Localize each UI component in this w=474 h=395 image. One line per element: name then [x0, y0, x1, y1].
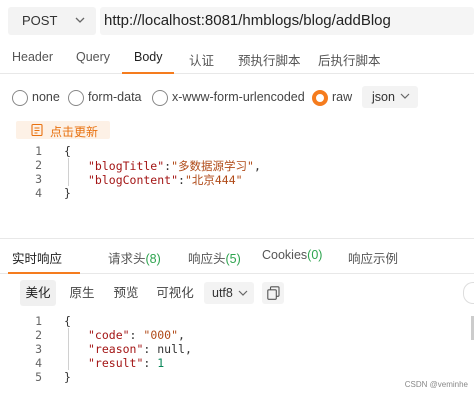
radio-urlencoded[interactable]: x-www-form-urlencoded: [152, 88, 305, 108]
line-number: 2: [35, 158, 42, 172]
tab-realtime-response[interactable]: 实时响应: [12, 248, 62, 267]
indent-guide: [68, 328, 69, 370]
line-number: 4: [35, 356, 42, 370]
json-key: "blogContent": [88, 173, 179, 187]
radio-form-data[interactable]: form-data: [68, 88, 146, 108]
tab-body[interactable]: Body: [134, 50, 163, 64]
count-badge: (8): [145, 252, 161, 266]
tab-cookies[interactable]: Cookies(0): [262, 248, 322, 262]
line-number: 3: [35, 172, 42, 186]
line-number: 4: [35, 186, 42, 200]
json-value: "多数据源学习": [171, 159, 254, 173]
radio-circle: [152, 90, 168, 106]
body-format-label: json: [372, 90, 395, 104]
line-number: 2: [35, 328, 42, 342]
json-value: 1: [157, 356, 165, 370]
request-tabs: Header Query Body 认证 预执行脚本 后执行脚本: [0, 42, 474, 74]
url-bar: POST http://localhost:8081/hmblogs/blog/…: [0, 0, 474, 42]
code-brace: }: [64, 370, 71, 384]
count-badge: (0): [307, 248, 323, 262]
radio-label: none: [32, 90, 60, 104]
copy-button[interactable]: [262, 282, 284, 304]
line-number: 5: [35, 370, 42, 384]
view-preview-button[interactable]: 预览: [108, 280, 144, 306]
radio-none[interactable]: none: [12, 88, 62, 108]
section-divider: [0, 238, 474, 239]
json-key: "result": [88, 356, 144, 370]
radio-label: form-data: [88, 90, 142, 104]
url-text: http://localhost:8081/hmblogs/blog/addBl…: [104, 12, 391, 29]
line-number: 1: [35, 314, 42, 328]
code-line: "code": "000",: [88, 328, 185, 342]
response-tabs: 实时响应 请求头(8) 响应头(5) Cookies(0) 响应示例: [0, 240, 474, 274]
beautify-label: 点击更新: [50, 125, 99, 139]
radio-label: raw: [332, 90, 353, 104]
encoding-select[interactable]: utf8: [204, 282, 254, 304]
tab-active-indicator: [8, 272, 80, 274]
indent-guide: [68, 158, 69, 186]
url-input[interactable]: http://localhost:8081/hmblogs/blog/addBl…: [100, 7, 474, 35]
code-line: "blogContent":"北京444": [88, 173, 243, 187]
method-label: POST: [22, 13, 58, 28]
response-body-viewer: 1 2 3 4 5 { "code": "000", "reason": nul…: [0, 312, 474, 395]
json-key: "code": [88, 328, 130, 342]
chevron-down-icon: [75, 17, 85, 23]
view-raw-button[interactable]: 原生: [64, 280, 100, 306]
copy-icon: [267, 286, 280, 300]
code-line: "result": 1: [88, 356, 165, 370]
side-panel-toggle[interactable]: [463, 282, 474, 304]
encoding-label: utf8: [212, 286, 233, 300]
tab-label: 请求头: [108, 252, 146, 266]
json-value: "000": [143, 328, 179, 342]
tab-header[interactable]: Header: [12, 50, 53, 64]
body-format-select[interactable]: json: [362, 86, 418, 108]
chevron-down-icon: [400, 93, 410, 99]
view-beautify-button[interactable]: 美化: [20, 280, 56, 306]
code-brace: {: [64, 314, 71, 328]
tab-post-script[interactable]: 后执行脚本: [318, 50, 381, 69]
line-number: 3: [35, 342, 42, 356]
code-line: "reason": null,: [88, 342, 192, 356]
tab-label: 响应头: [188, 252, 226, 266]
tab-label: Cookies: [262, 248, 308, 262]
json-value: "北京444": [184, 173, 243, 187]
code-brace: {: [64, 144, 71, 158]
line-number: 1: [35, 144, 42, 158]
tab-response-example[interactable]: 响应示例: [348, 248, 398, 267]
radio-circle: [68, 90, 84, 106]
code-brace: }: [64, 186, 71, 200]
request-body-editor[interactable]: 1 2 3 4 { "blogTitle":"多数据源学习", "blogCon…: [0, 142, 474, 234]
tab-query[interactable]: Query: [76, 50, 110, 64]
radio-circle-selected: [312, 90, 328, 106]
watermark: CSDN @veminhe: [404, 380, 468, 389]
radio-raw[interactable]: raw: [312, 88, 356, 108]
tab-pre-script[interactable]: 预执行脚本: [238, 50, 301, 69]
json-key: "reason": [88, 342, 144, 356]
beautify-button[interactable]: 点击更新: [16, 121, 110, 139]
json-key: "blogTitle": [88, 159, 165, 173]
count-badge: (5): [225, 252, 241, 266]
radio-label: x-www-form-urlencoded: [172, 90, 305, 104]
json-value: null: [157, 342, 185, 356]
chevron-down-icon: [238, 290, 248, 296]
tab-request-headers[interactable]: 请求头(8): [108, 248, 161, 267]
view-visualize-button[interactable]: 可视化: [150, 280, 200, 306]
tab-active-indicator: [122, 72, 174, 74]
method-select[interactable]: POST: [8, 7, 96, 35]
radio-circle: [12, 90, 28, 106]
tab-response-headers[interactable]: 响应头(5): [188, 248, 241, 267]
tab-auth[interactable]: 认证: [189, 50, 214, 69]
beautify-icon: [31, 123, 43, 137]
